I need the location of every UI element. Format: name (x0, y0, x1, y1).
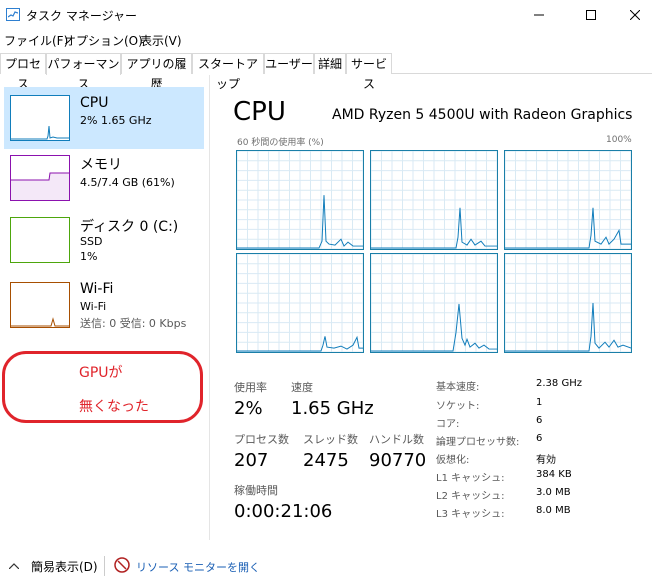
spec-label: 基本速度: (436, 382, 480, 393)
sidebar-item-memory[interactable]: メモリ 4.5/7.4 GB (61%) (4, 152, 204, 214)
spec-value: 1 (536, 397, 543, 408)
processes-value: 207 (234, 450, 269, 471)
handles-value: 90770 (369, 450, 427, 471)
minimize-button[interactable] (516, 0, 562, 30)
cpu-thumbnail-graph (10, 95, 70, 141)
processes-label: プロセス数 (234, 433, 289, 446)
cpu-core-graph (504, 150, 632, 250)
tab-startup[interactable]: スタートアップ (192, 53, 264, 91)
task-manager-icon (6, 8, 20, 21)
wifi-thumbnail-graph (10, 282, 70, 328)
spec-label: コア: (436, 419, 460, 430)
menu-options[interactable]: オプション(O) (64, 32, 143, 49)
sidebar-item-label: Wi-Fi (80, 281, 114, 297)
tab-users[interactable]: ユーザー (264, 53, 314, 74)
sidebar-item-detail: 送信: 0 受信: 0 Kbps (80, 317, 187, 330)
chart-caption-right: 100% (606, 135, 632, 145)
annotation-text-line-1: GPUが (79, 365, 123, 381)
maximize-button[interactable] (568, 0, 614, 30)
tab-details[interactable]: 詳細 (314, 53, 346, 74)
cpu-core-graph (370, 253, 498, 353)
menu-view[interactable]: 表示(V) (140, 32, 182, 49)
spec-label: L1 キャッシュ: (436, 473, 505, 484)
fewer-details-button[interactable]: 簡易表示(D) (31, 558, 98, 575)
cpu-core-graph (236, 150, 364, 250)
title-bar: タスク マネージャー (0, 0, 652, 30)
spec-value: 384 KB (536, 469, 572, 480)
spec-label: L2 キャッシュ: (436, 491, 505, 502)
cpu-core-graph (370, 150, 498, 250)
handles-label: ハンドル数 (369, 433, 424, 446)
resource-monitor-icon[interactable] (114, 557, 130, 573)
spec-value: 有効 (536, 455, 556, 466)
cpu-core-graph (236, 253, 364, 353)
chevron-up-icon[interactable] (9, 563, 19, 569)
speed-value: 1.65 GHz (291, 398, 374, 419)
spec-value: 3.0 MB (536, 487, 571, 498)
uptime-label: 稼働時間 (234, 484, 278, 497)
sidebar-item-cpu[interactable]: CPU 2% 1.65 GHz (4, 87, 204, 149)
spec-value: 8.0 MB (536, 505, 571, 516)
spec-label: 論理プロセッサ数: (436, 437, 520, 448)
spec-value: 6 (536, 415, 543, 426)
threads-label: スレッド数 (303, 433, 358, 446)
close-icon (630, 10, 640, 20)
disk-thumbnail-graph (10, 217, 70, 263)
speed-label: 速度 (291, 381, 313, 394)
resource-sidebar: CPU 2% 1.65 GHz メモリ 4.5/7.4 GB (61%) ディス… (0, 75, 210, 540)
spec-value: 2.38 GHz (536, 378, 582, 389)
spec-label: 仮想化: (436, 455, 470, 466)
bottom-divider (104, 556, 105, 576)
minimize-icon (534, 14, 544, 16)
sidebar-item-disk[interactable]: ディスク 0 (C:) SSD 1% (4, 213, 204, 275)
spec-label: L3 キャッシュ: (436, 509, 505, 520)
cpu-core-graph (504, 253, 632, 353)
close-button[interactable] (612, 0, 652, 30)
chart-caption-left: 60 秒間の使用率 (%) (237, 138, 324, 148)
spec-label: ソケット: (436, 401, 480, 412)
threads-value: 2475 (303, 450, 349, 471)
sidebar-item-detail: SSD (80, 235, 103, 248)
bottom-bar: 簡易表示(D) リソース モニターを開く (0, 552, 652, 584)
spec-value: 6 (536, 433, 543, 444)
tab-processes[interactable]: プロセス (0, 53, 46, 91)
usage-label: 使用率 (234, 381, 267, 394)
tab-app-history[interactable]: アプリの履歴 (121, 53, 192, 91)
sidebar-item-detail: Wi-Fi (80, 300, 107, 313)
usage-value: 2% (234, 398, 263, 419)
tab-services[interactable]: サービス (346, 53, 392, 91)
sidebar-item-wifi[interactable]: Wi-Fi Wi-Fi 送信: 0 受信: 0 Kbps (4, 278, 204, 340)
uptime-value: 0:00:21:06 (234, 501, 333, 522)
annotation-text-line-2: 無くなった (79, 399, 149, 415)
maximize-icon (586, 10, 596, 20)
tab-strip: プロセス パフォーマンス アプリの履歴 スタートアップ ユーザー 詳細 サービス (0, 53, 652, 91)
menu-bar: ファイル(F) オプション(O) 表示(V) (0, 30, 652, 50)
menu-file[interactable]: ファイル(F) (4, 32, 68, 49)
sidebar-item-label: CPU (80, 95, 109, 111)
sidebar-item-detail: 4.5/7.4 GB (61%) (80, 176, 175, 189)
window-title: タスク マネージャー (26, 9, 137, 23)
tab-performance[interactable]: パフォーマンス (46, 53, 121, 91)
resource-monitor-link[interactable]: リソース モニターを開く (136, 559, 260, 575)
cpu-model-name: AMD Ryzen 5 4500U with Radeon Graphics (332, 107, 633, 123)
page-title: CPU (233, 97, 286, 127)
memory-thumbnail-graph (10, 155, 70, 201)
sidebar-item-detail: 1% (80, 250, 98, 263)
sidebar-item-detail: 2% 1.65 GHz (80, 114, 152, 127)
sidebar-item-label: ディスク 0 (C:) (80, 219, 179, 235)
sidebar-item-label: メモリ (80, 157, 122, 173)
